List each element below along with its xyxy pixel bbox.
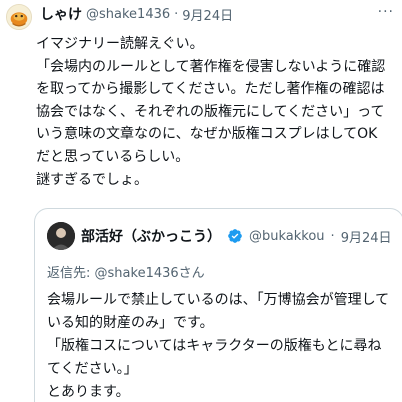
reply-to-line: 返信先: @shake1436さん <box>47 262 393 281</box>
tweet-header: しゃけ @shake1436 · 9月24日 <box>40 4 392 24</box>
quoted-author-handle[interactable]: @bukakkou <box>249 229 325 244</box>
tweet-date[interactable]: 9月24日 <box>182 5 233 24</box>
quoted-author-avatar[interactable] <box>47 222 75 250</box>
salmon-avatar-icon <box>7 5 31 29</box>
quoted-tweet-header: 部活好（ぶかっこう） @bukakkou · 9月24日 <box>47 219 393 253</box>
quoted-tweet[interactable]: 部活好（ぶかっこう） @bukakkou · 9月24日 返信先: @shake… <box>34 208 402 402</box>
quoted-tweet-date[interactable]: 9月24日 <box>341 227 392 246</box>
person-avatar-icon <box>47 222 75 250</box>
quoted-meta-separator: · <box>330 228 335 244</box>
reply-to-suffix: さん <box>178 266 205 281</box>
more-dots-icon[interactable]: ··· <box>378 4 394 20</box>
author-avatar[interactable] <box>6 4 32 30</box>
tweet-text: イマジナリー読解えぐい。 「会場内のルールとして著作権を侵害しないように確認を取… <box>36 36 386 188</box>
author-handle[interactable]: @shake1436 <box>86 7 170 22</box>
quoted-tweet-text: 会場ルールで禁止しているのは、「万博協会が管理している知的財産のみ」です。 「版… <box>47 292 390 400</box>
author-name[interactable]: しゃけ <box>40 4 82 24</box>
meta-separator: · <box>174 6 179 22</box>
reply-to-label: 返信先: <box>47 266 91 281</box>
verified-badge-icon <box>228 229 242 243</box>
quoted-author-name[interactable]: 部活好（ぶかっこう） <box>81 226 221 246</box>
reply-to-handle[interactable]: @shake1436 <box>95 266 179 281</box>
tweet[interactable]: しゃけ @shake1436 · 9月24日 ··· イマジナリー読解えぐい。 … <box>0 0 402 402</box>
